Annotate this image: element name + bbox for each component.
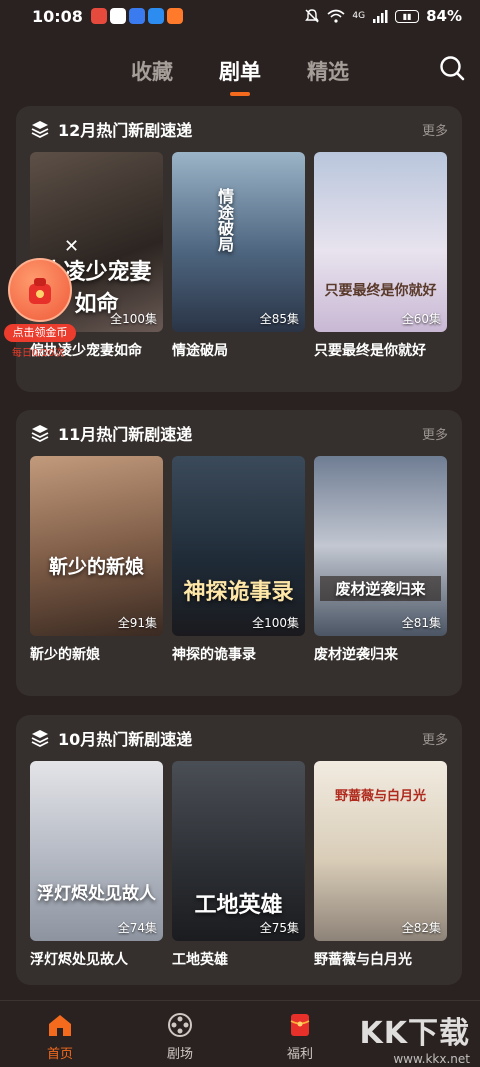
coin-label: 点击领金币 <box>4 324 76 342</box>
nav-home[interactable]: 首页 <box>0 1001 120 1067</box>
video-notification-icon <box>166 8 183 24</box>
search-icon[interactable] <box>438 54 466 82</box>
section-title: 12月热门新剧速递 <box>58 121 193 140</box>
poster-art-text: 靳少的新娘 <box>48 556 144 578</box>
battery-level: 84% <box>426 7 462 25</box>
cloud-notification-icon <box>147 8 164 24</box>
home-icon <box>49 1015 71 1036</box>
drama-card[interactable]: 野蔷薇与白月光 全82集 野蔷薇与白月光 <box>314 761 447 969</box>
battery-icon: ▮▮ <box>395 9 420 23</box>
episode-count: 全82集 <box>401 921 441 935</box>
poster-image: 靳少的新娘 全91集 <box>30 456 163 636</box>
shield-notification-icon <box>109 8 126 24</box>
more-link[interactable]: 更多 <box>422 424 448 443</box>
close-icon[interactable]: ✕ <box>64 236 79 257</box>
app-notification-icon <box>90 8 107 24</box>
poster-art-text: 废材逆袭归来 <box>320 576 441 601</box>
layers-icon <box>31 425 49 443</box>
poster-image: 野蔷薇与白月光 全82集 <box>314 761 447 941</box>
layers-icon <box>31 730 49 748</box>
red-packet-icon <box>8 258 72 322</box>
tab-playlist[interactable]: 剧单 <box>219 52 261 86</box>
status-right: 4G ▮▮ 84% <box>304 7 462 25</box>
wifi-icon <box>327 9 345 23</box>
poster-image: 只要最终是你就好 全60集 <box>314 152 447 332</box>
section-title: 10月热门新剧速递 <box>58 730 193 749</box>
drama-title: 靳少的新娘 <box>30 647 100 663</box>
episode-count: 全81集 <box>401 616 441 630</box>
drama-card[interactable]: 情途破局 全85集 情途破局 <box>172 152 305 360</box>
nav-label: 福利 <box>286 1047 313 1062</box>
poster-art-text: 浮灯烬处见故人 <box>37 884 156 904</box>
security-notification-icon <box>128 8 145 24</box>
notification-icons <box>90 8 183 24</box>
poster-image: 情途破局 全85集 <box>172 152 305 332</box>
section-title: 11月热门新剧速递 <box>58 425 193 444</box>
episode-count: 全91集 <box>117 616 157 630</box>
layers-icon <box>31 121 49 139</box>
section-october: 10月热门新剧速递 更多 浮灯烬处见故人 全74集 浮灯烬处见故人 工地英雄 全… <box>16 715 462 985</box>
watermark-logo: KK下载 <box>359 1016 470 1051</box>
poster-image: 废材逆袭归来 全81集 <box>314 456 447 636</box>
drama-card[interactable]: 靳少的新娘 全91集 靳少的新娘 <box>30 456 163 664</box>
episode-count: 全75集 <box>259 921 299 935</box>
section-header: 10月热门新剧速递 更多 <box>16 715 462 761</box>
poster-art-text: 只要最终是你就好 <box>324 283 437 299</box>
drama-card[interactable]: 神探诡事录 全100集 神探的诡事录 <box>172 456 305 664</box>
card-row: 浮灯烬处见故人 全74集 浮灯烬处见故人 工地英雄 全75集 工地英雄 野蔷薇与… <box>16 761 462 969</box>
coin-reward-widget[interactable]: 点击领金币 每日0/20次 <box>4 258 78 360</box>
film-reel-icon <box>168 1013 192 1037</box>
watermark: KK下载 www.kkx.net <box>360 1008 471 1066</box>
section-november: 11月热门新剧速递 更多 靳少的新娘 全91集 靳少的新娘 神探诡事录 全100… <box>16 410 462 696</box>
status-bar: 10:08 4G ▮▮ 84% <box>0 0 480 32</box>
poster-art-text: 神探诡事录 <box>183 579 294 605</box>
nav-theater[interactable]: 剧场 <box>120 1001 240 1067</box>
episode-count: 全85集 <box>259 312 299 326</box>
poster-image: 工地英雄 全75集 <box>172 761 305 941</box>
drama-title: 神探的诡事录 <box>172 647 256 663</box>
episode-count: 全100集 <box>110 312 157 326</box>
card-row: 执凌少宠妻如命 全100集 偏执凌少宠妻如命 情途破局 全85集 情途破局 只要… <box>16 152 462 360</box>
network-type: 4G <box>352 11 366 21</box>
section-december: 12月热门新剧速递 更多 执凌少宠妻如命 全100集 偏执凌少宠妻如命 情途破局… <box>16 106 462 392</box>
drama-card[interactable]: 工地英雄 全75集 工地英雄 <box>172 761 305 969</box>
poster-art-text: 工地英雄 <box>194 892 283 918</box>
nav-label: 剧场 <box>166 1047 193 1062</box>
gift-bag-icon <box>29 278 51 304</box>
watermark-url: www.kkx.net <box>393 1052 470 1066</box>
tab-featured[interactable]: 精选 <box>307 52 349 86</box>
episode-count: 全74集 <box>117 921 157 935</box>
poster-image: 浮灯烬处见故人 全74集 <box>30 761 163 941</box>
episode-count: 全100集 <box>252 616 299 630</box>
section-header: 11月热门新剧速递 更多 <box>16 410 462 456</box>
coin-daily-count: 每日0/20次 <box>12 348 65 359</box>
red-envelope-icon <box>290 1014 310 1036</box>
drama-title: 工地英雄 <box>172 952 228 968</box>
status-time: 10:08 <box>32 6 83 26</box>
poster-art-text: 情途破局 <box>215 188 234 252</box>
more-link[interactable]: 更多 <box>422 120 448 139</box>
nav-welfare[interactable]: 福利 <box>240 1001 360 1067</box>
signal-icon <box>373 10 388 23</box>
drama-card[interactable]: 废材逆袭归来 全81集 废材逆袭归来 <box>314 456 447 664</box>
drama-title: 野蔷薇与白月光 <box>314 952 412 968</box>
episode-count: 全60集 <box>401 312 441 326</box>
poster-art-text: 野蔷薇与白月光 <box>334 789 426 804</box>
nav-label: 首页 <box>46 1047 73 1062</box>
drama-title: 废材逆袭归来 <box>314 647 398 663</box>
section-header: 12月热门新剧速递 更多 <box>16 106 462 152</box>
drama-title: 浮灯烬处见故人 <box>30 952 128 968</box>
poster-image: 神探诡事录 全100集 <box>172 456 305 636</box>
drama-title: 只要最终是你就好 <box>314 343 426 359</box>
more-link[interactable]: 更多 <box>422 729 448 748</box>
mute-icon <box>305 9 320 23</box>
drama-card[interactable]: 浮灯烬处见故人 全74集 浮灯烬处见故人 <box>30 761 163 969</box>
top-tabs: 收藏 剧单 精选 <box>0 52 480 96</box>
tab-favorites[interactable]: 收藏 <box>131 52 173 86</box>
drama-title: 情途破局 <box>172 343 228 359</box>
drama-card[interactable]: 只要最终是你就好 全60集 只要最终是你就好 <box>314 152 447 360</box>
card-row: 靳少的新娘 全91集 靳少的新娘 神探诡事录 全100集 神探的诡事录 废材逆袭… <box>16 456 462 664</box>
